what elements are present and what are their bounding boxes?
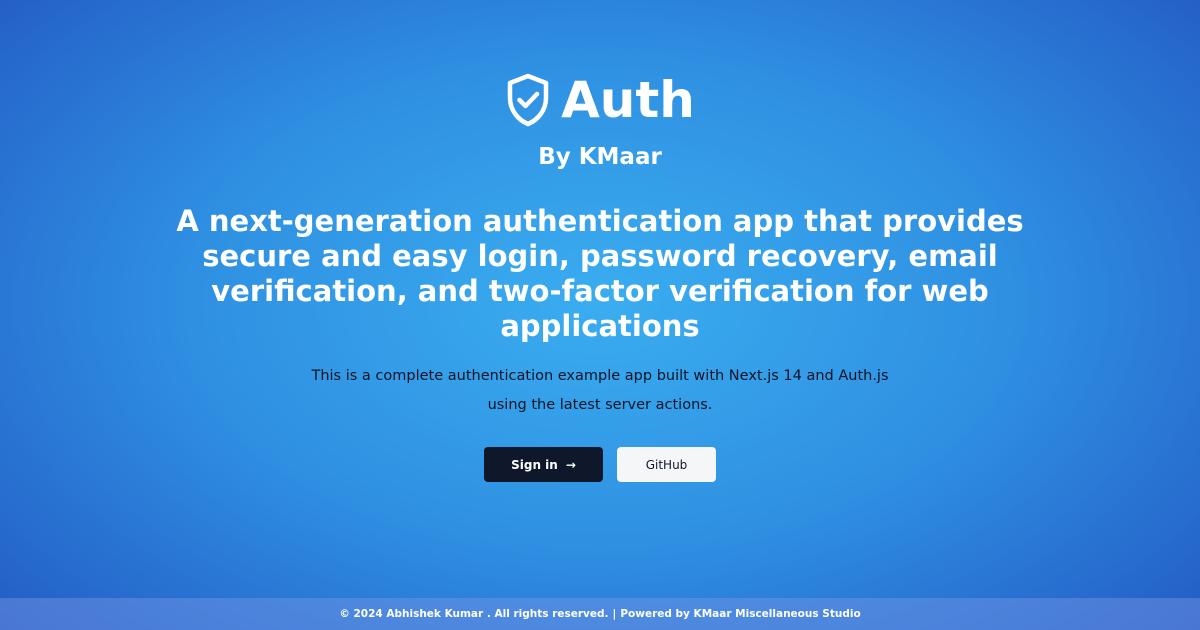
hero-section: Auth By KMaar A next-generation authenti…	[0, 0, 1200, 598]
byline: By KMaar	[538, 144, 662, 170]
shield-check-icon	[507, 73, 549, 127]
footer: © 2024 Abhishek Kumar . All rights reser…	[0, 598, 1200, 630]
github-label: GitHub	[645, 457, 688, 472]
sign-in-label: Sign in	[511, 457, 558, 472]
footer-copyright: © 2024 Abhishek Kumar . All rights reser…	[339, 608, 609, 620]
sign-in-button[interactable]: Sign in →	[484, 447, 603, 482]
action-buttons: Sign in → GitHub	[0, 447, 1200, 482]
brand: Auth	[0, 70, 1200, 130]
arrow-right-icon: →	[565, 457, 576, 472]
footer-separator: |	[612, 608, 617, 620]
app-title: Auth	[561, 71, 695, 129]
footer-powered-by: Powered by KMaar Miscellaneous Studio	[620, 608, 861, 620]
hero-headline: A next-generation authentication app tha…	[176, 204, 1024, 343]
hero-description: This is a complete authentication exampl…	[311, 368, 889, 413]
github-button[interactable]: GitHub	[617, 447, 716, 482]
